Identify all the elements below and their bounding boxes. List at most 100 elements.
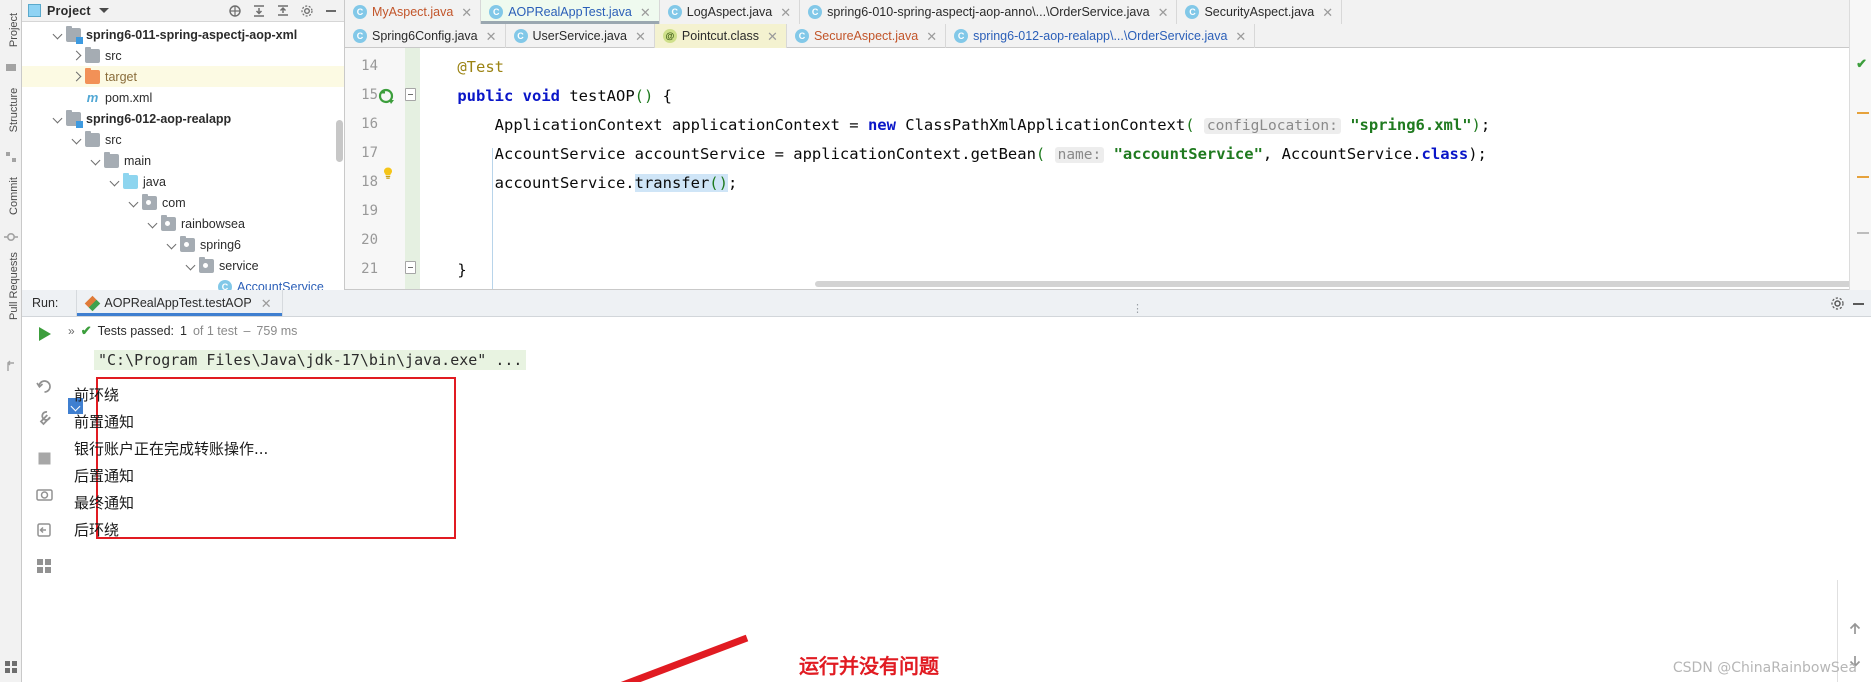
chevron-down-icon[interactable]: [89, 154, 102, 167]
rail-warning-mark[interactable]: [1857, 176, 1869, 178]
chevron-down-icon[interactable]: [70, 133, 83, 146]
code-line[interactable]: AccountService accountService = applicat…: [420, 140, 1487, 169]
close-icon[interactable]: ✕: [1158, 6, 1169, 19]
project-panel: Project spring6-011-spring-aspectj-aop-x…: [22, 0, 345, 294]
rail-warning-mark[interactable]: [1857, 112, 1869, 114]
editor-tab-row-2[interactable]: C Spring6Config.java ✕ C UserService.java ✕ @ P…: [345, 24, 1871, 48]
tree-row[interactable]: target: [22, 66, 344, 87]
fold-icon[interactable]: [405, 261, 416, 274]
chevron-down-icon[interactable]: [51, 28, 64, 41]
tree-row[interactable]: java: [22, 171, 344, 192]
editor-tab[interactable]: C UserService.java ✕: [506, 24, 655, 48]
chevron-down-icon[interactable]: [51, 112, 64, 125]
minimize-icon[interactable]: [1853, 303, 1864, 305]
rail-mark[interactable]: [1857, 232, 1869, 234]
tree-row-label: rainbowsea: [181, 216, 245, 231]
close-icon[interactable]: ✕: [780, 6, 791, 19]
scroll-up-icon[interactable]: [1846, 620, 1864, 638]
close-icon[interactable]: ✕: [1322, 6, 1333, 19]
tree-row[interactable]: com: [22, 192, 344, 213]
expand-all-icon[interactable]: [252, 4, 266, 18]
tree-row[interactable]: service: [22, 255, 344, 276]
inspection-ok-icon: ✔: [1856, 56, 1867, 71]
tree-row[interactable]: spring6-012-aop-realapp: [22, 108, 344, 129]
code-editor[interactable]: 14 15 16 17 18 19 20 21 @Test public void testA…: [345, 48, 1871, 290]
layout-grid-icon[interactable]: [4, 660, 18, 674]
run-panel-label: Run:: [32, 296, 59, 310]
chevron-right-icon[interactable]: [70, 70, 83, 83]
run-config-tab[interactable]: AOPRealAppTest.testAOP ✕: [76, 290, 283, 316]
close-icon[interactable]: ✕: [926, 30, 937, 43]
gear-icon[interactable]: [1830, 296, 1845, 316]
tree-row[interactable]: src: [22, 45, 344, 66]
rerun-failed-icon[interactable]: [35, 377, 54, 396]
chevron-right-icon[interactable]: »: [68, 324, 75, 338]
collapse-all-icon[interactable]: [276, 4, 290, 18]
code-line[interactable]: accountService.transfer();: [420, 169, 737, 198]
close-icon[interactable]: ✕: [1235, 30, 1246, 43]
editor-tab[interactable]: C Spring6Config.java ✕: [345, 24, 506, 48]
locate-icon[interactable]: [228, 4, 242, 18]
pull-request-icon[interactable]: [4, 360, 18, 374]
editor-tab-row-1[interactable]: C MyAspect.java ✕ C AOPRealAppTest.java ✕ C Log…: [345, 0, 1871, 24]
code-line[interactable]: ApplicationContext applicationContext = …: [420, 111, 1490, 140]
intention-bulb-icon[interactable]: [381, 166, 394, 179]
sidebar-tab-project[interactable]: Project: [8, 0, 20, 62]
sidebar-tab-pull-requests[interactable]: Pull Requests: [8, 236, 20, 336]
panel-drag-handle[interactable]: ⋮: [1132, 302, 1145, 315]
tree-row[interactable]: spring6-011-spring-aspectj-aop-xml: [22, 24, 344, 45]
settings-wrench-icon[interactable]: [35, 409, 54, 428]
editor-tab[interactable]: C MyAspect.java ✕: [345, 0, 482, 24]
chevron-down-icon[interactable]: [184, 259, 197, 272]
code-line[interactable]: @Test: [420, 53, 504, 82]
chevron-down-icon[interactable]: [165, 238, 178, 251]
close-icon[interactable]: ✕: [640, 6, 651, 19]
editor-horizontal-scrollbar[interactable]: [815, 281, 1871, 287]
close-icon[interactable]: ✕: [486, 30, 497, 43]
editor-tab[interactable]: C LogAspect.java ✕: [660, 0, 801, 24]
hide-panel-icon[interactable]: [324, 4, 338, 18]
run-icon[interactable]: [39, 327, 51, 341]
sidebar-tab-commit[interactable]: Commit: [8, 158, 20, 234]
fold-icon[interactable]: [405, 88, 416, 101]
editor-tab[interactable]: @ Pointcut.class ✕: [654, 24, 787, 48]
project-tree-scrollbar[interactable]: [336, 120, 343, 162]
run-test-icon[interactable]: [378, 88, 396, 106]
editor-tab[interactable]: C SecureAspect.java ✕: [787, 24, 947, 48]
code-token: AccountService accountService = applicat…: [420, 145, 1036, 163]
editor-tab[interactable]: C SecurityAspect.java ✕: [1177, 0, 1343, 24]
close-icon[interactable]: ✕: [261, 297, 272, 310]
chevron-down-icon[interactable]: [127, 196, 140, 209]
export-icon[interactable]: [35, 521, 54, 540]
console-output[interactable]: "C:\Program Files\Java\jdk-17\bin\java.e…: [68, 342, 1811, 682]
sidebar-tab-structure[interactable]: Structure: [8, 72, 20, 148]
tree-row[interactable]: rainbowsea: [22, 213, 344, 234]
gear-icon[interactable]: [300, 4, 314, 18]
project-tree[interactable]: spring6-011-spring-aspectj-aop-xml src tar…: [22, 22, 344, 297]
close-icon[interactable]: ✕: [767, 30, 778, 43]
editor-tab[interactable]: Cspring6-010-spring-aspectj-aop-anno\...…: [800, 0, 1178, 24]
editor-fold-strip[interactable]: [405, 48, 420, 289]
run-config-tab-label: AOPRealAppTest.testAOP: [104, 296, 252, 310]
camera-icon[interactable]: [35, 485, 54, 504]
editor-tab[interactable]: Cspring6-012-aop-realapp\...\OrderServic…: [946, 24, 1256, 48]
close-icon[interactable]: ✕: [635, 30, 646, 43]
tree-row[interactable]: src: [22, 129, 344, 150]
tree-row[interactable]: m pom.xml: [22, 87, 344, 108]
editor-gutter[interactable]: 14 15 16 17 18 19 20 21: [345, 48, 420, 289]
code-line[interactable]: public void testAOP() {: [420, 82, 672, 111]
layout-icon[interactable]: [35, 557, 54, 576]
stop-icon[interactable]: [35, 449, 54, 468]
code-lines[interactable]: @Test public void testAOP() { Applicatio…: [420, 48, 1871, 289]
chevron-down-icon[interactable]: [108, 175, 121, 188]
editor-tab[interactable]: C AOPRealAppTest.java ✕: [481, 0, 660, 24]
chevron-down-icon[interactable]: [146, 217, 159, 230]
code-line[interactable]: }: [420, 256, 466, 285]
chevron-down-icon[interactable]: [98, 8, 109, 13]
tree-row[interactable]: main: [22, 150, 344, 171]
tree-row[interactable]: spring6: [22, 234, 344, 255]
close-icon[interactable]: ✕: [461, 6, 472, 19]
chevron-right-icon[interactable]: [70, 49, 83, 62]
class-icon: C: [353, 5, 367, 19]
editor-inspection-rail[interactable]: ✔: [1849, 0, 1871, 290]
